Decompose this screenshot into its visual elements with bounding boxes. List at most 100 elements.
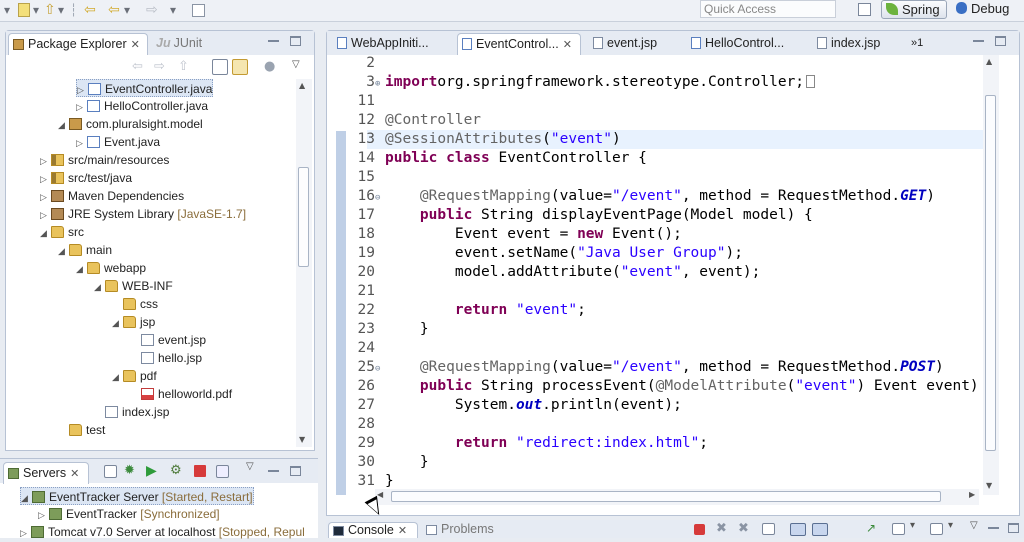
maximize-icon[interactable]: [290, 36, 301, 46]
vertical-scrollbar[interactable]: ▲ ▼: [296, 79, 312, 447]
pin-console-icon[interactable]: ↗: [866, 521, 882, 537]
expanded-twisty-icon[interactable]: ◢: [40, 224, 51, 242]
tree-item[interactable]: ▷ HelloController.java: [76, 97, 208, 115]
minimize-icon[interactable]: [268, 466, 279, 472]
link-with-editor-icon[interactable]: [232, 59, 248, 75]
collapsed-twisty-icon[interactable]: ▷: [76, 98, 87, 116]
tree-item[interactable]: hello.jsp: [130, 349, 202, 367]
collapsed-twisty-icon[interactable]: ▷: [38, 506, 49, 524]
expanded-twisty-icon[interactable]: ◢: [58, 116, 69, 134]
dropdown-arrow-icon[interactable]: ▾: [948, 520, 964, 536]
expanded-twisty-icon[interactable]: ◢: [58, 242, 69, 260]
tab-index-jsp[interactable]: index.jsp: [813, 33, 893, 55]
display-console-icon[interactable]: [892, 523, 905, 535]
expanded-twisty-icon[interactable]: ◢: [94, 278, 105, 296]
perspective-spring[interactable]: Spring: [881, 0, 947, 19]
terminate-icon[interactable]: [694, 524, 705, 535]
tab-package-explorer[interactable]: Package Explorer ✕: [8, 33, 148, 55]
tree-item[interactable]: ▷ JRE System Library [JavaSE-1.7]: [40, 205, 246, 223]
dropdown-arrow-icon[interactable]: ▾: [58, 2, 64, 19]
expanded-twisty-icon[interactable]: ◢: [112, 368, 123, 386]
tree-item[interactable]: ▷ Maven Dependencies: [40, 187, 184, 205]
expanded-twisty-icon[interactable]: ◢: [112, 314, 123, 332]
tab-servers[interactable]: Servers ✕: [3, 462, 89, 484]
tree-item[interactable]: ◢ src: [40, 223, 84, 241]
view-menu-icon[interactable]: ▽: [246, 461, 262, 477]
server-item[interactable]: ◢ EventTracker Server [Started, Restart]: [20, 487, 254, 505]
focus-task-icon[interactable]: ●: [264, 59, 280, 75]
forward-icon[interactable]: ⇨: [146, 2, 158, 19]
tree-item[interactable]: ◢ main: [58, 241, 112, 259]
collapsed-twisty-icon[interactable]: ▷: [76, 134, 87, 152]
tree-item[interactable]: ◢ webapp: [76, 259, 146, 277]
forward-icon[interactable]: ⇨: [154, 59, 170, 75]
close-icon[interactable]: ✕: [563, 35, 572, 55]
stop-server-icon[interactable]: [194, 465, 206, 477]
tab-junit[interactable]: Ju JUnit: [152, 33, 212, 55]
minimize-icon[interactable]: [973, 36, 984, 42]
tree-item[interactable]: test: [58, 421, 105, 439]
collapsed-twisty-icon[interactable]: ▷: [20, 524, 31, 542]
collapsed-twisty-icon[interactable]: ▷: [40, 170, 51, 188]
tab-webappinitializer[interactable]: WebAppIniti...: [333, 33, 451, 55]
tab-overflow-button[interactable]: »1: [907, 33, 937, 55]
minimize-icon[interactable]: [988, 523, 999, 529]
scroll-down-icon[interactable]: ▼: [986, 481, 992, 490]
expanded-twisty-icon[interactable]: ◢: [21, 489, 32, 507]
tree-item[interactable]: css: [112, 295, 158, 313]
tab-eventcontroller[interactable]: EventControl... ✕: [457, 33, 581, 55]
horizontal-scrollbar[interactable]: ◀ ▶: [375, 489, 979, 505]
up-icon[interactable]: ⇧: [178, 59, 194, 75]
tab-event-jsp[interactable]: event.jsp: [589, 33, 679, 55]
build-icon[interactable]: [18, 3, 30, 17]
tree-item[interactable]: ◢ com.pluralsight.model: [58, 115, 203, 133]
collapse-all-icon[interactable]: [104, 465, 117, 478]
scrollbar-thumb[interactable]: [391, 491, 941, 502]
tab-hellocontroller[interactable]: HelloControl...: [687, 33, 805, 55]
dropdown-arrow-icon[interactable]: ▾: [170, 2, 176, 19]
maximize-icon[interactable]: [1008, 523, 1019, 533]
profile-server-icon[interactable]: ⚙: [170, 463, 186, 479]
vertical-scrollbar[interactable]: ▲ ▼: [983, 55, 999, 495]
collapsed-twisty-icon[interactable]: ▷: [40, 188, 51, 206]
start-server-icon[interactable]: ▶: [146, 463, 162, 479]
dropdown-arrow-icon[interactable]: ▾: [33, 2, 39, 19]
pin-editor-icon[interactable]: [192, 4, 205, 17]
tree-item[interactable]: index.jsp: [94, 403, 169, 421]
tree-item[interactable]: ◢ jsp: [112, 313, 155, 331]
maximize-icon[interactable]: [290, 466, 301, 476]
scroll-lock-icon[interactable]: [790, 523, 806, 536]
tree-item[interactable]: ▷ Event.java: [76, 133, 160, 151]
up-arrow-icon[interactable]: ⇧: [44, 2, 56, 19]
quick-access-input[interactable]: Quick Access: [700, 0, 836, 18]
collapsed-twisty-icon[interactable]: ▷: [40, 206, 51, 224]
tree-item[interactable]: ▷ src/main/resources: [40, 151, 169, 169]
close-icon[interactable]: ✕: [398, 524, 407, 539]
maximize-icon[interactable]: [995, 36, 1006, 46]
open-console-icon[interactable]: [930, 523, 943, 535]
back-icon[interactable]: ⇦: [108, 2, 120, 19]
tree-item[interactable]: ◢ WEB-INF: [94, 277, 173, 295]
publish-icon[interactable]: [216, 465, 229, 478]
tree-item[interactable]: helloworld.pdf: [130, 385, 232, 403]
scroll-right-icon[interactable]: ▶: [969, 490, 975, 499]
tab-problems[interactable]: Problems: [422, 522, 512, 538]
scroll-up-icon[interactable]: ▲: [299, 81, 305, 90]
view-menu-icon[interactable]: ▽: [292, 59, 308, 75]
expanded-twisty-icon[interactable]: ◢: [76, 260, 87, 278]
dropdown-arrow-icon[interactable]: ▾: [910, 520, 926, 536]
back-icon[interactable]: ⇦: [132, 59, 148, 75]
remove-launch-icon[interactable]: ✖: [716, 521, 732, 537]
tree-item[interactable]: ▷ EventController.java: [76, 79, 214, 97]
server-item[interactable]: ▷ Tomcat v7.0 Server at localhost [Stoppe…: [20, 523, 305, 541]
server-item[interactable]: ▷ EventTracker [Synchronized]: [38, 505, 220, 523]
remove-all-icon[interactable]: ✖: [738, 521, 754, 537]
perspective-debug[interactable]: Debug: [952, 0, 1022, 19]
debug-server-icon[interactable]: ✹: [124, 463, 140, 479]
view-menu-icon[interactable]: ▽: [970, 520, 986, 536]
scroll-up-icon[interactable]: ▲: [986, 57, 992, 66]
close-icon[interactable]: ✕: [131, 35, 140, 55]
folded-imports-marker-icon[interactable]: [806, 75, 816, 88]
close-icon[interactable]: ✕: [70, 464, 79, 484]
dropdown-arrow-icon[interactable]: ▾: [4, 2, 10, 19]
